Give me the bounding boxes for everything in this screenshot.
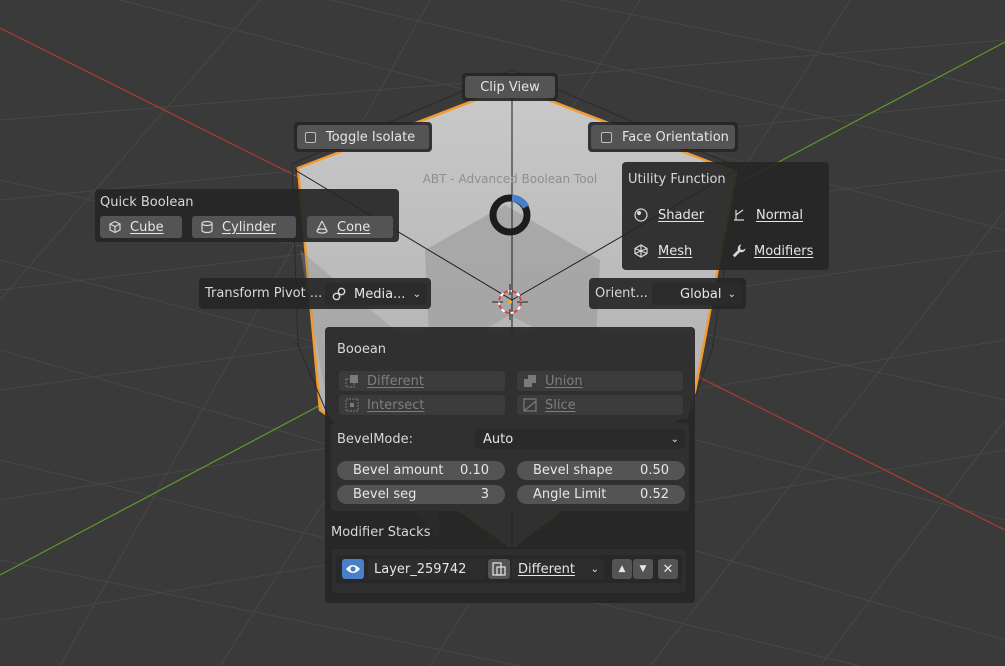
op-different-button[interactable]: Different xyxy=(339,371,505,391)
difference-icon xyxy=(343,372,361,390)
op-intersect-label: Intersect xyxy=(367,397,425,413)
bevel-amount-label: Bevel amount xyxy=(353,463,444,478)
slice-icon xyxy=(521,396,539,414)
modifier-operation-value: Different xyxy=(518,561,575,577)
quick-boolean-title: Quick Boolean xyxy=(100,195,194,210)
bevel-amount-field[interactable]: Bevel amount 0.10 xyxy=(337,461,505,480)
face-orientation-label: Face Orientation xyxy=(622,129,729,145)
boolean-modifier-icon xyxy=(488,559,510,579)
mesh-label: Mesh xyxy=(658,243,693,259)
bevel-mode-label: BevelMode: xyxy=(337,432,414,447)
op-intersect-button[interactable]: Intersect xyxy=(339,395,505,415)
mesh-icon xyxy=(632,242,650,260)
intersect-icon xyxy=(343,396,361,414)
transform-pivot-dropdown[interactable]: Media... ⌄ xyxy=(325,283,427,305)
face-orientation-checkbox[interactable] xyxy=(601,131,612,143)
quick-boolean-cube-button[interactable]: Cube xyxy=(100,216,182,238)
cone-label: Cone xyxy=(337,219,371,235)
chevron-down-icon: ⌄ xyxy=(590,563,599,575)
bevel-shape-field[interactable]: Bevel shape 0.50 xyxy=(517,461,685,480)
triangle-up-icon: ▲ xyxy=(618,564,626,574)
bevel-mode-dropdown[interactable]: Auto ⌄ xyxy=(475,429,685,449)
transform-pivot-panel: Transform Pivot ... Media... ⌄ xyxy=(199,278,431,309)
face-orientation-frame: Face Orientation xyxy=(588,122,738,152)
bevel-shape-label: Bevel shape xyxy=(533,463,613,478)
utility-modifiers-button[interactable]: Modifiers xyxy=(728,240,826,262)
shader-label: Shader xyxy=(658,207,705,223)
orientation-panel: Orient... Global ⌄ xyxy=(589,278,746,309)
close-icon: ✕ xyxy=(662,561,674,577)
bevel-amount-value: 0.10 xyxy=(460,463,489,478)
cylinder-label: Cylinder xyxy=(222,219,276,235)
orientation-value: Global xyxy=(680,286,722,302)
op-different-label: Different xyxy=(367,373,424,389)
boolean-ops-box: Booean Different Union Intersect Slice xyxy=(331,333,689,419)
op-slice-label: Slice xyxy=(545,397,576,413)
quick-boolean-panel: Quick Boolean Cube Cylinder Cone xyxy=(95,189,399,242)
op-union-label: Union xyxy=(545,373,583,389)
union-icon xyxy=(521,372,539,390)
quick-boolean-cone-button[interactable]: Cone xyxy=(307,216,393,238)
bevel-box: BevelMode: Auto ⌄ Bevel amount 0.10 Beve… xyxy=(331,423,689,511)
normal-label: Normal xyxy=(756,207,804,223)
chevron-down-icon: ⌄ xyxy=(670,433,679,445)
boolean-panel-title: Booean xyxy=(337,342,387,357)
bevel-seg-label: Bevel seg xyxy=(353,487,417,502)
quick-boolean-cylinder-button[interactable]: Cylinder xyxy=(192,216,296,238)
utility-function-title: Utility Function xyxy=(628,172,726,187)
transform-pivot-value: Media... xyxy=(354,286,406,302)
transform-pivot-label: Transform Pivot ... xyxy=(205,286,323,301)
op-slice-button[interactable]: Slice xyxy=(517,395,683,415)
face-orientation-button[interactable]: Face Orientation xyxy=(591,125,735,149)
toggle-isolate-checkbox[interactable] xyxy=(305,131,316,143)
wrench-icon xyxy=(730,242,748,260)
chevron-down-icon: ⌄ xyxy=(412,288,421,300)
bevel-mode-value: Auto xyxy=(483,431,514,447)
toggle-isolate-label: Toggle Isolate xyxy=(326,129,416,145)
clip-view-label: Clip View xyxy=(480,79,540,95)
op-union-button[interactable]: Union xyxy=(517,371,683,391)
modifier-operation-dropdown[interactable]: Different ⌄ xyxy=(512,559,604,579)
utility-normal-button[interactable]: Normal xyxy=(728,204,824,226)
move-up-button[interactable]: ▲ xyxy=(612,559,632,579)
bevel-shape-value: 0.50 xyxy=(640,463,669,478)
move-down-button[interactable]: ▼ xyxy=(633,559,653,579)
chevron-down-icon: ⌄ xyxy=(727,288,736,300)
triangle-down-icon: ▼ xyxy=(639,564,647,574)
modifier-name-value: Layer_259742 xyxy=(374,561,467,577)
toggle-isolate-frame: Toggle Isolate xyxy=(294,122,432,152)
orientation-dropdown[interactable]: Global ⌄ xyxy=(652,283,742,305)
angle-limit-field[interactable]: Angle Limit 0.52 xyxy=(517,485,685,504)
orientation-label: Orient... xyxy=(595,286,648,301)
clip-view-frame: Clip View xyxy=(462,73,558,101)
utility-shader-button[interactable]: Shader xyxy=(628,204,724,226)
angle-limit-value: 0.52 xyxy=(640,487,669,502)
cube-label: Cube xyxy=(130,219,164,235)
clip-view-button[interactable]: Clip View xyxy=(465,76,555,98)
utility-function-panel: Utility Function Shader Normal Mesh Modi… xyxy=(622,162,829,270)
modifier-stack-list: Layer_259742 Different ⌄ ▲ ▼ ✕ xyxy=(331,548,687,594)
pivot-icon xyxy=(330,285,348,303)
modifiers-label: Modifiers xyxy=(754,243,814,259)
remove-modifier-button[interactable]: ✕ xyxy=(658,559,678,579)
cylinder-icon xyxy=(198,218,216,236)
modifier-name-field[interactable]: Layer_259742 xyxy=(368,559,486,579)
toggle-isolate-button[interactable]: Toggle Isolate xyxy=(297,125,429,149)
cone-icon xyxy=(313,218,331,236)
normal-icon xyxy=(730,206,748,224)
pie-menu-title: ABT - Advanced Boolean Tool xyxy=(422,172,598,186)
modifier-stack-row[interactable]: Layer_259742 Different ⌄ ▲ ▼ ✕ xyxy=(336,555,682,583)
angle-limit-label: Angle Limit xyxy=(533,487,607,502)
cube-icon xyxy=(106,218,124,236)
utility-mesh-button[interactable]: Mesh xyxy=(628,240,724,262)
bevel-seg-value: 3 xyxy=(480,487,489,502)
shader-icon xyxy=(632,206,650,224)
boolean-panel: Booean Different Union Intersect Slice B… xyxy=(325,327,695,603)
bevel-seg-field[interactable]: Bevel seg 3 xyxy=(337,485,505,504)
eye-visibility-icon[interactable] xyxy=(342,559,364,579)
modifier-stacks-title: Modifier Stacks xyxy=(331,525,431,540)
